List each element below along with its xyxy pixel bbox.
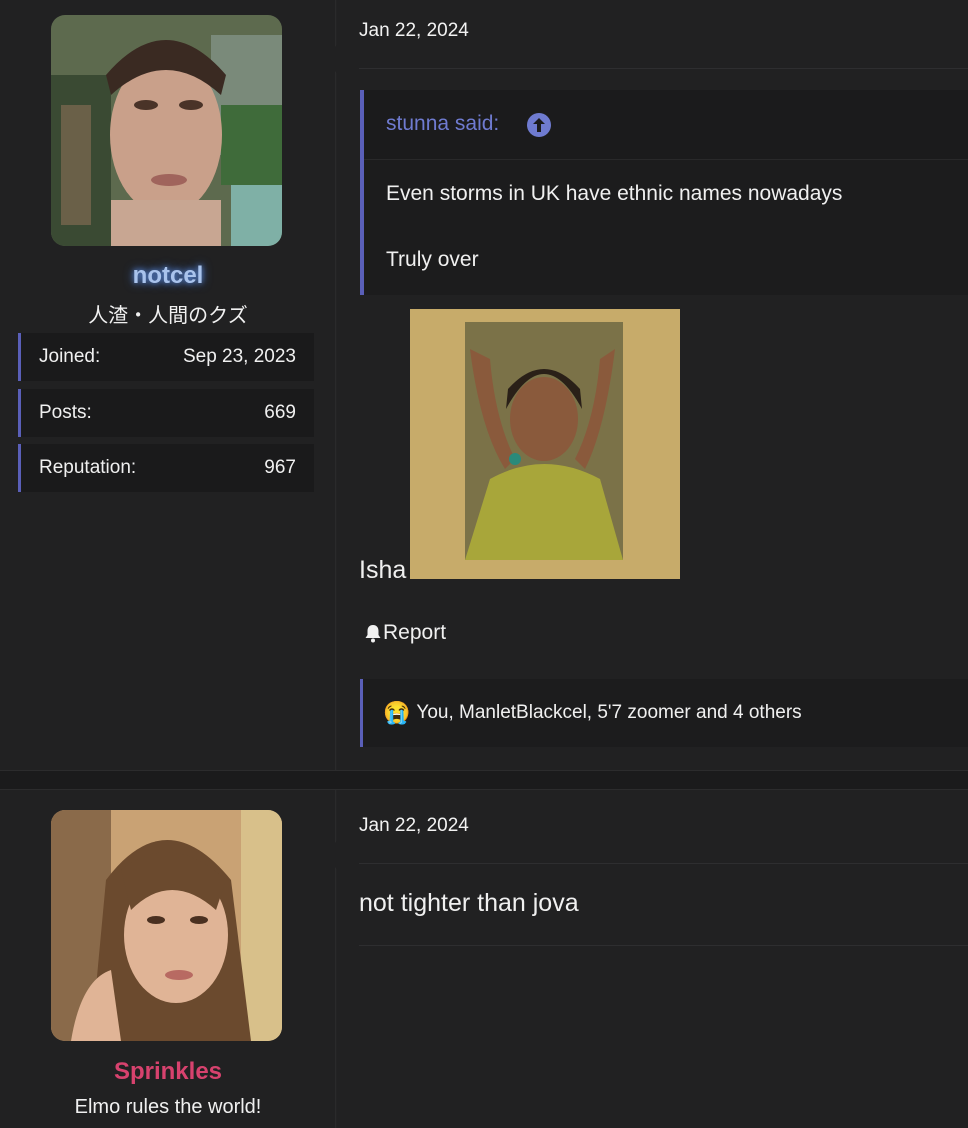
avatar[interactable]: [51, 15, 282, 246]
username[interactable]: notcel: [0, 262, 336, 290]
reactions-bar[interactable]: 😭 You, ManletBlackcel, 5'7 zoomer and 4 …: [360, 679, 968, 747]
stat-value: 967: [264, 457, 296, 478]
message-text: not tighter than jova: [359, 889, 579, 917]
quote-line: Even storms in UK have ethnic names nowa…: [386, 182, 843, 205]
stat-label: Joined:: [39, 346, 101, 367]
stat-value: 669: [264, 402, 296, 423]
post-separator: [0, 770, 968, 790]
username[interactable]: Sprinkles: [0, 1058, 336, 1086]
quote-block: stunna said: Even storms in UK have ethn…: [360, 90, 968, 295]
report-link[interactable]: Report: [363, 621, 446, 645]
post: Sprinkles Elmo rules the world! Jan 22, …: [0, 790, 968, 1128]
message-text: Isha: [359, 556, 407, 584]
report-label: Report: [383, 621, 447, 644]
stat-value: Sep 23, 2023: [182, 346, 296, 367]
user-column: notcel 人渣・人間のクズ Joined: Sep 23, 2023 Pos…: [0, 0, 336, 770]
post-arrow: [322, 840, 338, 870]
post-arrow: [322, 44, 338, 74]
arrow-up-circle-icon[interactable]: [527, 113, 551, 137]
post-date[interactable]: Jan 22, 2024: [359, 815, 469, 837]
stat-label: Posts:: [39, 402, 92, 423]
inline-image[interactable]: [410, 309, 680, 579]
stat-joined: Joined: Sep 23, 2023: [18, 333, 314, 381]
user-title: 人渣・人間のクズ: [88, 305, 248, 327]
user-title: Elmo rules the world!: [74, 1096, 262, 1118]
divider: [359, 945, 968, 946]
quote-line: Truly over: [386, 248, 479, 271]
crying-face-icon: 😭: [383, 700, 411, 725]
stat-label: Reputation:: [39, 457, 137, 478]
message-column: Jan 22, 2024 stunna said: Even storms in…: [337, 0, 968, 770]
stat-posts: Posts: 669: [18, 389, 314, 437]
divider: [359, 68, 968, 69]
message-column: Jan 22, 2024 not tighter than jova: [337, 790, 968, 1128]
bell-icon: [365, 625, 381, 643]
quote-header: stunna said:: [364, 90, 968, 160]
avatar[interactable]: [51, 810, 282, 1041]
post: notcel 人渣・人間のクズ Joined: Sep 23, 2023 Pos…: [0, 0, 968, 770]
divider: [359, 863, 968, 864]
reactions-text[interactable]: You, ManletBlackcel, 5'7 zoomer and 4 ot…: [416, 702, 801, 724]
user-column: Sprinkles Elmo rules the world!: [0, 790, 336, 1128]
quote-author[interactable]: stunna said:: [386, 112, 499, 136]
post-date[interactable]: Jan 22, 2024: [359, 20, 469, 42]
stat-reputation: Reputation: 967: [18, 444, 314, 492]
